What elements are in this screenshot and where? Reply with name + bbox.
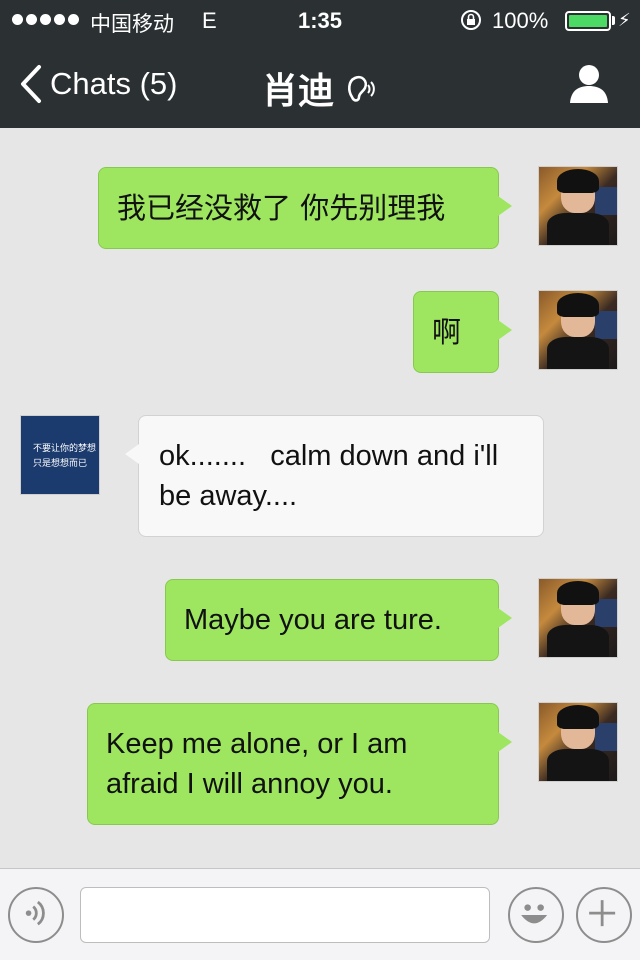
message-text: 啊 bbox=[432, 315, 462, 349]
chat-area[interactable]: 我已经没救了 你先别理我 啊 不要让你的梦想 只是想想而已 ok....... … bbox=[0, 128, 640, 868]
avatar-caption-line2: 只是想想而已 bbox=[33, 459, 88, 469]
message-bubble-sent[interactable]: 啊 bbox=[413, 291, 512, 373]
message-bubble-received[interactable]: ok....... calm down and i'll be away.... bbox=[125, 415, 544, 537]
voice-wave-icon bbox=[25, 900, 45, 926]
plus-icon bbox=[589, 900, 616, 927]
rotation-lock-icon bbox=[461, 10, 481, 30]
chat-title: 肖迪 bbox=[261, 71, 334, 112]
avatar-caption-line1: 不要让你的梦想 bbox=[33, 444, 97, 454]
message-bubble-sent[interactable]: 我已经没救了 你先别理我 bbox=[98, 167, 512, 249]
contact-avatar[interactable]: 不要让你的梦想 只是想想而已 bbox=[20, 415, 100, 495]
more-options-button[interactable] bbox=[576, 887, 632, 943]
smiley-icon bbox=[521, 904, 548, 924]
profile-icon[interactable] bbox=[568, 62, 610, 104]
message-bubble-sent[interactable]: Maybe you are ture. bbox=[165, 579, 512, 661]
battery-percent: 100% bbox=[492, 8, 549, 33]
my-avatar[interactable] bbox=[538, 290, 618, 370]
status-bar: 中国移动 E 1:35 100% ⚡ bbox=[0, 0, 640, 40]
battery-icon bbox=[565, 11, 611, 31]
nav-bar: Chats (5) 肖迪 bbox=[0, 40, 640, 128]
emoji-button[interactable] bbox=[508, 887, 564, 943]
title-area: 肖迪 bbox=[0, 62, 640, 114]
earpiece-mode-icon bbox=[348, 75, 375, 102]
message-text: Maybe you are ture. bbox=[184, 604, 442, 636]
message-text: Keep me alone, or I am afraid I will ann… bbox=[106, 728, 408, 800]
top-bar: 中国移动 E 1:35 100% ⚡ Chats (5) 肖迪 bbox=[0, 0, 640, 128]
input-bar bbox=[0, 868, 640, 960]
voice-input-button[interactable] bbox=[8, 887, 64, 943]
charging-icon: ⚡ bbox=[618, 10, 631, 30]
message-bubble-sent[interactable]: Keep me alone, or I am afraid I will ann… bbox=[87, 703, 512, 825]
message-text: 我已经没救了 你先别理我 bbox=[117, 191, 446, 225]
message-input[interactable] bbox=[80, 887, 490, 943]
my-avatar[interactable] bbox=[538, 702, 618, 782]
message-text: ok....... calm down and i'll be away.... bbox=[159, 440, 507, 512]
my-avatar[interactable] bbox=[538, 166, 618, 246]
my-avatar[interactable] bbox=[538, 578, 618, 658]
